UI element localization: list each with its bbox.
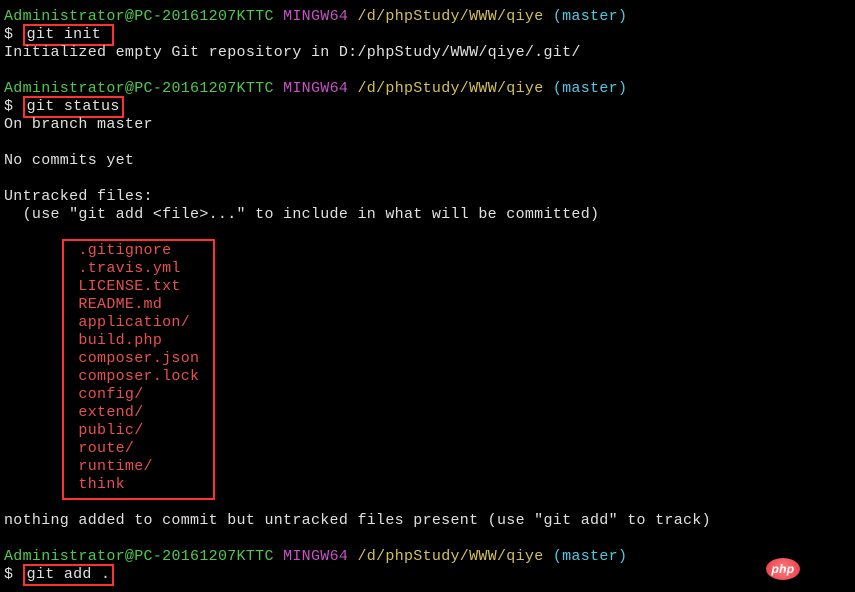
status-footer: nothing added to commit but untracked fi… — [4, 512, 851, 530]
blank-line — [4, 134, 851, 152]
at: @ — [125, 548, 134, 565]
user: Administrator — [4, 80, 125, 97]
command-line-1[interactable]: $ git init — [4, 26, 851, 44]
host: PC-20161207KTTC — [134, 80, 274, 97]
branch-info: On branch master — [4, 116, 851, 134]
cmd-git-add: git add . — [27, 566, 111, 583]
no-commits: No commits yet — [4, 152, 851, 170]
dollar: $ — [4, 566, 23, 583]
blank-line — [4, 530, 851, 548]
prompt-line-2: Administrator@PC-20161207KTTC MINGW64 /d… — [4, 80, 851, 98]
untracked-hint: (use "git add <file>..." to include in w… — [4, 206, 851, 224]
at: @ — [125, 8, 134, 25]
untracked-header: Untracked files: — [4, 188, 851, 206]
php-badge-icon: php — [766, 558, 800, 580]
blank-line — [4, 62, 851, 80]
host: PC-20161207KTTC — [134, 8, 274, 25]
prompt-line-1: Administrator@PC-20161207KTTC MINGW64 /d… — [4, 8, 851, 26]
blank-line — [4, 170, 851, 188]
dollar: $ — [4, 98, 23, 115]
dollar: $ — [4, 26, 23, 43]
prompt-line-3: Administrator@PC-20161207KTTC MINGW64 /d… — [4, 548, 851, 566]
branch: (master) — [544, 80, 628, 97]
mingw: MINGW64 — [274, 8, 348, 25]
mingw: MINGW64 — [274, 548, 348, 565]
user: Administrator — [4, 8, 125, 25]
path: /d/phpStudy/WWW/qiye — [348, 80, 543, 97]
user: Administrator — [4, 548, 125, 565]
cmd-git-init: git init — [27, 26, 111, 43]
path: /d/phpStudy/WWW/qiye — [348, 8, 543, 25]
badge-text: php — [772, 562, 795, 576]
branch: (master) — [544, 548, 628, 565]
init-output: Initialized empty Git repository in D:/p… — [4, 44, 851, 62]
at: @ — [125, 80, 134, 97]
command-line-2[interactable]: $ git status — [4, 98, 851, 116]
files-highlight-box — [62, 239, 215, 500]
command-line-3[interactable]: $ git add . — [4, 566, 851, 584]
host: PC-20161207KTTC — [134, 548, 274, 565]
cmd-git-status: git status — [27, 98, 120, 115]
mingw: MINGW64 — [274, 80, 348, 97]
path: /d/phpStudy/WWW/qiye — [348, 548, 543, 565]
branch: (master) — [544, 8, 628, 25]
